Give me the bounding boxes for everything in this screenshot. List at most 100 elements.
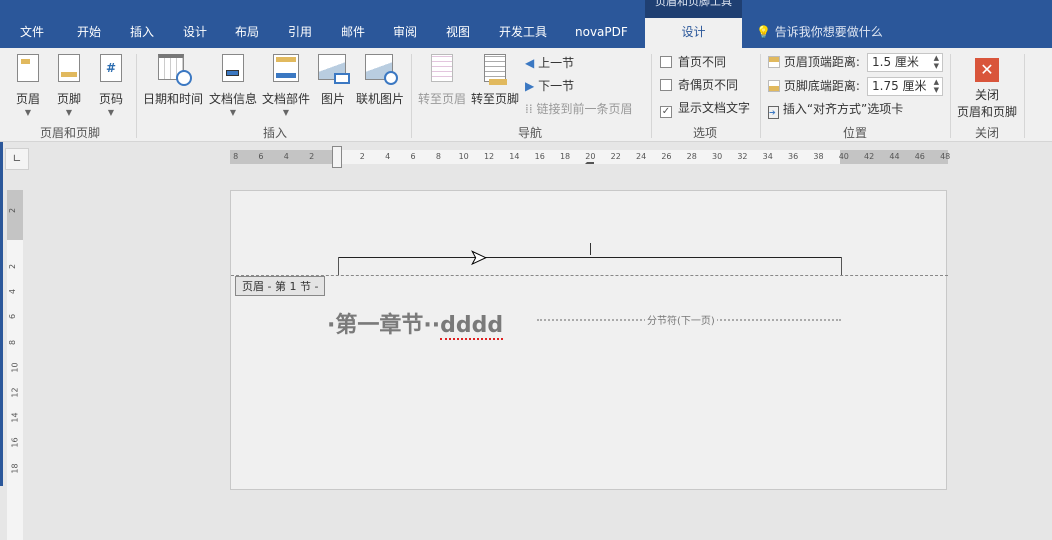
spin-arrows-icon[interactable]: ▲ ▼ — [934, 54, 939, 70]
ruler-label: 16 — [534, 152, 545, 161]
link-to-previous-button[interactable]: ⁞⁞ 链接到前一条页眉 — [525, 99, 632, 119]
header-label: 页眉 — [15, 92, 40, 106]
misspelled-word[interactable]: dddd — [440, 313, 504, 340]
ruler-label: 12 — [483, 152, 495, 161]
goto-footer-label: 转至页脚 — [470, 92, 519, 106]
ruler-label: 34 — [762, 152, 773, 161]
group-label-header-footer: 页眉和页脚 — [39, 126, 100, 140]
section-break-label: 分节符(下一页) — [645, 312, 717, 327]
tab-review[interactable]: 审阅 — [393, 18, 417, 48]
doc-info-button[interactable]: 文档信息 ▼ — [207, 54, 259, 119]
quick-parts-icon — [273, 54, 299, 82]
tab-developer[interactable]: 开发工具 — [499, 18, 547, 48]
vertical-ruler[interactable]: 2 2 4 6 8 10 12 14 16 18 — [7, 190, 23, 540]
group-label-options: 选项 — [692, 126, 717, 140]
next-section-icon: ▶ — [525, 79, 535, 93]
ribbon-tabs: 文件 开始 插入 设计 布局 引用 邮件 审阅 视图 开发工具 novaPDF … — [0, 18, 1052, 48]
option-label: 显示文档文字 — [678, 101, 751, 115]
close-label-2: 页眉和页脚 — [956, 105, 1017, 119]
ruler-label: 30 — [712, 152, 723, 161]
ruler-label: 18 — [10, 463, 20, 474]
checkbox[interactable] — [660, 56, 672, 68]
group-label-close: 关闭 — [974, 126, 999, 140]
ruler-label: 2 — [309, 152, 315, 161]
next-section-button[interactable]: ▶ 下一节 — [525, 76, 574, 96]
ruler-label: 48 — [940, 152, 951, 161]
ruler-label: 10 — [458, 152, 469, 161]
tab-references[interactable]: 引用 — [288, 18, 312, 48]
chapter-heading[interactable]: ·第一章节··dddd — [327, 307, 504, 340]
ruler-label: 22 — [610, 152, 621, 161]
footer-bottom-distance-input[interactable]: 1.75 厘米 ▲ ▼ — [867, 77, 943, 96]
close-header-footer-button[interactable]: ✕ 关闭 页眉和页脚 — [954, 54, 1020, 120]
tab-insert[interactable]: 插入 — [130, 18, 154, 48]
close-label-1: 关闭 — [974, 88, 999, 102]
window-edge — [0, 142, 3, 486]
tab-view[interactable]: 视图 — [446, 18, 470, 48]
ruler-label: 44 — [889, 152, 900, 161]
spin-value: 1.5 厘米 — [872, 55, 919, 69]
tab-selector-button[interactable]: ∟ — [5, 148, 29, 170]
ruler-label: 40 — [838, 152, 849, 161]
ribbon: 页眉 ▼ 页脚 ▼ # 页码 ▼ 页眉和页脚 日期和时间 文档信息 ▼ 文档部件 ▼ 图片… — [0, 48, 1052, 142]
date-time-button[interactable]: 日期和时间 — [142, 54, 204, 107]
footer-button[interactable]: 页脚 ▼ — [53, 54, 85, 119]
header-boundary — [231, 275, 948, 276]
ruler-label: 14 — [10, 412, 20, 423]
different-first-page-checkbox[interactable]: 首页不同 — [660, 52, 726, 72]
page-number-label: 页码 — [98, 92, 123, 106]
show-document-text-checkbox[interactable]: ✓ 显示文档文字 — [660, 98, 750, 118]
tab-design[interactable]: 设计 — [183, 18, 207, 48]
footer-label: 页脚 — [56, 92, 81, 106]
indent-marker-icon[interactable] — [332, 146, 342, 168]
previous-section-button[interactable]: ◀ 上一节 — [525, 53, 574, 73]
different-odd-even-checkbox[interactable]: 奇偶页不同 — [660, 75, 738, 95]
tab-mailings[interactable]: 邮件 — [341, 18, 365, 48]
heading-text: ·第一章节·· — [327, 313, 441, 338]
picture-icon — [318, 54, 350, 86]
goto-footer-button[interactable]: 转至页脚 — [469, 54, 521, 107]
ruler-label: 38 — [813, 152, 824, 161]
tab-novapdf[interactable]: novaPDF — [575, 18, 628, 48]
document-page[interactable]: 页眉 - 第 1 节 - ·第一章节··dddd 分节符(下一页) ➤ — [230, 190, 948, 490]
header-button[interactable]: 页眉 ▼ — [12, 54, 44, 119]
ruler-label: 6 — [258, 152, 264, 161]
online-picture-button[interactable]: 联机图片 — [355, 54, 405, 107]
tell-me-text: 告诉我你想要做什么 — [774, 25, 883, 39]
picture-button[interactable]: 图片 — [316, 54, 350, 107]
footer-position-icon — [768, 80, 780, 92]
tab-stop-icon[interactable] — [585, 160, 594, 164]
header-top-distance-input[interactable]: 1.5 厘米 ▲ ▼ — [867, 53, 943, 72]
label-text: 页脚底端距离: — [783, 79, 860, 93]
ruler-label: 4 — [8, 289, 18, 295]
page-number-button[interactable]: # 页码 ▼ — [95, 54, 127, 119]
quick-parts-button[interactable]: 文档部件 ▼ — [260, 54, 312, 119]
checkmark-icon[interactable]: ✓ — [660, 106, 672, 118]
ruler-label: 26 — [661, 152, 672, 161]
spin-arrows-icon[interactable]: ▲ ▼ — [934, 78, 939, 94]
online-picture-label: 联机图片 — [355, 92, 404, 106]
group-label-position: 位置 — [842, 126, 867, 140]
tell-me-box[interactable]: 💡 告诉我你想要做什么 — [756, 18, 883, 48]
ruler-label: 28 — [686, 152, 697, 161]
tab-file[interactable]: 文件 — [20, 18, 44, 48]
previous-section-icon: ◀ — [525, 56, 535, 70]
goto-header-button[interactable]: 转至页眉 — [416, 54, 468, 107]
goto-footer-icon — [484, 54, 507, 85]
option-label: 首页不同 — [678, 55, 727, 69]
page-number-icon: # — [100, 54, 122, 82]
spin-value: 1.75 厘米 — [872, 79, 927, 93]
tab-home[interactable]: 开始 — [77, 18, 101, 48]
previous-section-label: 上一节 — [538, 56, 575, 70]
tab-hf-design[interactable]: 设计 — [645, 18, 742, 48]
checkbox[interactable] — [660, 79, 672, 91]
horizontal-ruler[interactable]: 8 6 4 2 2 4 6 8 10 12 14 16 18 20 22 24 26 28 30 32 34 36 38 40… — [230, 146, 951, 168]
next-section-label: 下一节 — [538, 79, 575, 93]
text-cursor — [590, 243, 591, 255]
header-position-icon — [768, 56, 780, 68]
header-icon — [17, 54, 39, 82]
tab-layout[interactable]: 布局 — [235, 18, 259, 48]
insert-alignment-tab-button[interactable]: ➔ 插入“对齐方式”选项卡 — [768, 99, 903, 119]
mouse-pointer-icon: ➤ — [470, 245, 488, 270]
ruler-label: 6 — [410, 152, 416, 161]
